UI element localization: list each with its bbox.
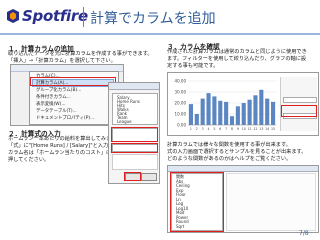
x-tick-label: 15 (271, 127, 275, 131)
bar[interactable] (271, 101, 276, 125)
x-tick-label: 14 (265, 127, 269, 131)
function-description (226, 173, 316, 231)
note-line: 式の入力画面で選択するとサンプルを見ることが出来ます。 (167, 149, 307, 155)
page-title: 計算でカラムを追加 (90, 11, 216, 27)
bar[interactable] (200, 98, 205, 125)
insert-menu-screenshot: カラム(C)... 計算カラム(A)... グループ化カラム(B)... 条件付… (10, 64, 124, 126)
y-tick-label: 0.00 (177, 123, 186, 128)
column-row[interactable]: League (117, 119, 132, 124)
x-tick-label: 8 (231, 127, 233, 131)
calculated-column-dialog: Salary Home Runs Hits Walks Rank Team Le… (108, 82, 160, 184)
x-tick-label: 13 (259, 127, 263, 131)
x-tick-label: 1 (190, 127, 192, 131)
logo-text: Spotfire (22, 7, 88, 25)
section3-line: 定する事も可能です。 (167, 63, 219, 69)
bar[interactable] (194, 114, 199, 125)
x-tick-label: 10 (242, 127, 246, 131)
spotfire-logo-icon (7, 9, 19, 23)
functions-dialog-screenshot: 関数 Abs Ceiling Exp Floor Ln Log Log10 Mo… (167, 165, 319, 233)
x-tick-label: 11 (248, 127, 252, 131)
section3-line: ます。フィルターを使用して絞り込んだり、グラフの軸に設 (167, 56, 307, 62)
section1-text: 取り込んだデータを元に計算カラムを作成する事ができます。 「挿入」→「計算カラム… (8, 51, 158, 65)
bar[interactable] (265, 98, 270, 125)
menu-item[interactable]: 表示変換(W)... (36, 101, 66, 107)
x-tick-label: 9 (237, 127, 239, 131)
bar[interactable] (206, 93, 211, 125)
header-divider (83, 7, 84, 27)
y-tick-label: 10.00 (175, 112, 187, 117)
bar[interactable] (229, 116, 235, 125)
note-text: 計算カラムでは様々な関数を使用する事が出来ます。 式の入力画面で選択するとサンプ… (167, 142, 317, 163)
spotfire-logo: Spotfire (6, 7, 88, 25)
menu-item[interactable]: データテーブル(T)... (36, 108, 77, 114)
header-bar: Spotfire 計算でカラムを追加 (0, 0, 320, 35)
page-number: 7/8 (299, 230, 309, 237)
section3-line: 作成された計算カラムは通常のカラムと同じように使用でき (167, 49, 307, 55)
bar[interactable] (247, 99, 252, 125)
x-tick-label: 6 (219, 127, 221, 131)
bar[interactable] (224, 101, 229, 125)
preview-area (112, 154, 158, 170)
filter-panel (280, 77, 317, 131)
red-highlight-box (30, 77, 116, 86)
bar[interactable] (253, 95, 258, 125)
menu-item[interactable]: ドキュメントプロパティ(P)... (36, 115, 94, 121)
bar[interactable] (241, 103, 246, 125)
bar[interactable] (259, 89, 264, 125)
header-rule (0, 33, 320, 35)
ok-red-box (124, 172, 141, 181)
filter-red-box (281, 105, 317, 117)
x-tick-label: 12 (253, 127, 257, 131)
y-tick-label: 20.00 (175, 101, 187, 106)
bar[interactable] (235, 106, 240, 125)
bar[interactable] (212, 96, 217, 125)
note-line: どのような関数があるのかはヘルプをご覧ください。 (167, 156, 292, 162)
x-tick-label: 4 (208, 127, 210, 131)
expression-red-box (111, 127, 158, 142)
available-columns-list: Salary Home Runs Hits Walks Rank Team Le… (112, 93, 158, 125)
bar-chart-screenshot: 40.00 30.00 20.00 10.00 0.00 1 2 3 4 5 6 7 8 9 10 11 12 1… (167, 72, 319, 136)
x-tick-label: 2 (196, 127, 198, 131)
x-tick-label: 3 (202, 127, 204, 131)
bar[interactable] (218, 100, 223, 125)
column-name-red-box (111, 143, 158, 153)
functions-red-box (170, 172, 224, 232)
filter-slider[interactable] (283, 97, 317, 103)
menu-item[interactable]: 条件付きカラム... (36, 94, 71, 100)
bar[interactable] (188, 104, 193, 125)
y-tick-label: 40.00 (175, 79, 187, 84)
x-tick-label: 7 (225, 127, 227, 131)
menu-item[interactable]: グループ化カラム(B)... (36, 87, 81, 93)
note-line: 計算カラムでは様々な関数を使用する事が出来ます。 (167, 142, 291, 148)
x-tick-label: 5 (213, 127, 215, 131)
section1-line: 取り込んだデータを元に計算カラムを作成する事ができます。 (8, 51, 153, 57)
y-tick-label: 30.00 (175, 90, 187, 95)
dialog-titlebar (109, 83, 159, 90)
section3-text: 作成された計算カラムは通常のカラムと同じように使用でき ます。フィルターを使用し… (167, 49, 317, 70)
cancel-button[interactable] (141, 173, 157, 181)
